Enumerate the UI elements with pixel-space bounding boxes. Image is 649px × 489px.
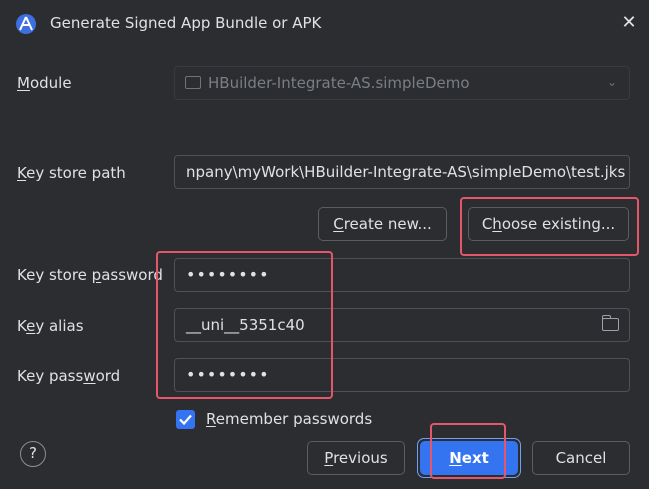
remember-passwords-checkbox[interactable]: [176, 410, 195, 429]
create-new-button[interactable]: Create new...: [318, 207, 447, 241]
android-studio-icon: [16, 14, 36, 34]
key-password-label: Key password: [17, 367, 121, 385]
remember-passwords-label[interactable]: Remember passwords: [206, 410, 372, 428]
module-label: Module: [17, 74, 72, 92]
chevron-down-icon: ⌄: [606, 75, 617, 89]
key-store-path-input[interactable]: npany\myWork\HBuilder-Integrate-AS\simpl…: [174, 155, 630, 189]
key-store-password-label: Key store password: [17, 266, 163, 284]
highlight-passwords: [156, 251, 333, 399]
cancel-button[interactable]: Cancel: [532, 441, 630, 475]
key-store-path-label: Key store path: [17, 164, 126, 182]
module-value: HBuilder-Integrate-AS.simpleDemo: [208, 74, 470, 92]
highlight-next: [430, 423, 506, 479]
key-alias-label: Key alias: [17, 317, 84, 335]
help-icon[interactable]: ?: [20, 441, 46, 467]
close-icon[interactable]: ✕: [618, 12, 640, 34]
title-bar: Generate Signed App Bundle or APK ✕: [0, 0, 649, 50]
folder-icon[interactable]: [601, 315, 619, 331]
key-store-path-value: npany\myWork\HBuilder-Integrate-AS\simpl…: [186, 163, 626, 181]
module-icon: [185, 76, 201, 89]
dialog-title: Generate Signed App Bundle or APK: [50, 14, 322, 32]
module-select[interactable]: HBuilder-Integrate-AS.simpleDemo ⌄: [174, 66, 630, 100]
highlight-choose-existing: [460, 197, 639, 256]
checkmark-icon: [179, 414, 192, 426]
previous-button[interactable]: Previous: [307, 441, 405, 475]
